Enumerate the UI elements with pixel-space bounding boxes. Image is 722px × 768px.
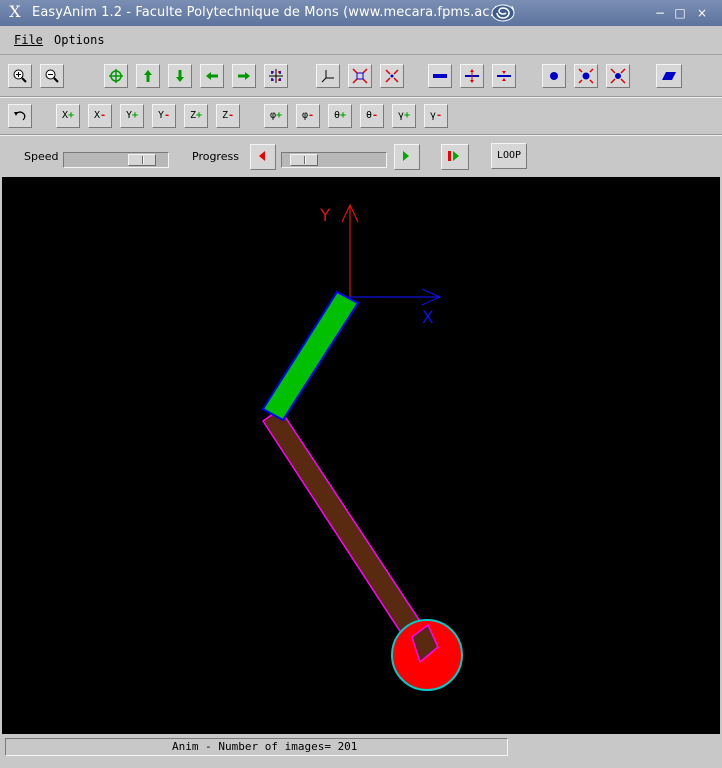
pan-left-button[interactable]: [200, 64, 224, 88]
status-field: Anim - Number of images= 201: [5, 738, 508, 756]
minus-sign: -: [100, 110, 107, 121]
menu-bar: File Options: [0, 26, 722, 55]
arrow-left-icon: [206, 72, 218, 80]
title-bar: X EasyAnim 1.2 - Faculte Polytechnique d…: [0, 0, 722, 26]
translate-y-minus-button[interactable]: Y-: [152, 104, 176, 128]
minus-sign: -: [372, 110, 379, 121]
reverse-button[interactable]: [250, 144, 276, 170]
playback-bar: Speed Progress LOOP: [0, 137, 722, 176]
plus-sign: +: [404, 110, 411, 121]
separator: [0, 96, 722, 98]
play-button[interactable]: [394, 144, 420, 170]
undo-button[interactable]: [8, 104, 32, 128]
expand-icon: [352, 68, 368, 84]
window-title: EasyAnim 1.2 - Faculte Polytechnique de …: [32, 5, 516, 20]
minus-sign: -: [164, 110, 171, 121]
translate-x-plus-button[interactable]: X+: [56, 104, 80, 128]
dot-icon: [550, 72, 558, 80]
bar-expand-button[interactable]: [460, 64, 484, 88]
rotate-phi-plus-button[interactable]: φ+: [264, 104, 288, 128]
axes-icon: [321, 70, 334, 83]
swirl-icon: [491, 4, 515, 22]
bar-thickness-button[interactable]: [428, 64, 452, 88]
reverse-icon: [259, 151, 265, 161]
speed-slider[interactable]: [63, 152, 169, 168]
pan-right-button[interactable]: [232, 64, 256, 88]
translate-y-plus-button[interactable]: Y+: [120, 104, 144, 128]
separator: [0, 134, 722, 136]
parallelogram-icon: [662, 72, 676, 80]
rotate-phi-minus-button[interactable]: φ-: [296, 104, 320, 128]
minus-sign: -: [436, 110, 443, 121]
arrow-right-icon: [238, 72, 250, 80]
axes-toggle-button[interactable]: [316, 64, 340, 88]
y-axis-label: Y: [319, 206, 331, 226]
point-shrink-button[interactable]: [606, 64, 630, 88]
arrow-up-icon: [144, 70, 152, 82]
dot-expand-icon: [578, 68, 594, 84]
translate-x-minus-button[interactable]: X-: [88, 104, 112, 128]
dot-shrink-icon: [610, 68, 626, 84]
progress-slider[interactable]: [281, 152, 387, 168]
rotate-gamma-minus-button[interactable]: γ-: [424, 104, 448, 128]
plus-sign: +: [196, 110, 203, 121]
zoom-in-icon: [13, 69, 27, 83]
zoom-out-icon: [45, 69, 59, 83]
rotate-theta-plus-button[interactable]: θ+: [328, 104, 352, 128]
plus-sign: +: [340, 110, 347, 121]
parallelogram-button[interactable]: [656, 64, 682, 88]
zoom-out-button[interactable]: [40, 64, 64, 88]
upper-link: [261, 290, 360, 422]
bar-icon: [433, 74, 447, 78]
progress-label: Progress: [192, 150, 239, 163]
shrink-icon: [385, 69, 399, 83]
plus-sign: +: [68, 110, 75, 121]
translate-z-plus-button[interactable]: Z+: [184, 104, 208, 128]
menu-options[interactable]: Options: [54, 33, 105, 47]
loop-button[interactable]: LOOP: [491, 143, 527, 169]
undo-icon: [14, 111, 26, 121]
progress-slider-thumb[interactable]: [290, 154, 318, 166]
point-size-button[interactable]: [542, 64, 566, 88]
arrow-down-icon: [176, 70, 184, 82]
minus-sign: -: [228, 110, 235, 121]
scene-svg: Y X: [261, 203, 463, 691]
translate-z-minus-button[interactable]: Z-: [216, 104, 240, 128]
maximize-button[interactable]: □: [672, 5, 688, 21]
status-bar: Anim - Number of images= 201: [0, 734, 722, 768]
reset-view-button[interactable]: [264, 64, 288, 88]
plus-sign: +: [132, 110, 139, 121]
x-axis-label: X: [422, 308, 434, 328]
minus-sign: -: [308, 110, 315, 121]
toolbar-rotate: X+ X- Y+ Y- Z+ Z- φ+ φ- θ+ θ- γ+ γ-: [0, 99, 722, 135]
menu-file[interactable]: File: [14, 33, 43, 47]
pan-center-button[interactable]: [104, 64, 128, 88]
close-button[interactable]: ×: [694, 5, 710, 21]
play-icon: [403, 151, 409, 161]
point-expand-button[interactable]: [574, 64, 598, 88]
expand-all-button[interactable]: [348, 64, 372, 88]
speed-label: Speed: [24, 150, 59, 163]
crosshair-grid-icon: [269, 69, 283, 83]
bar-expand-icon: [465, 69, 479, 83]
status-text: Anim - Number of images= 201: [172, 740, 358, 753]
minimize-button[interactable]: −: [652, 5, 668, 21]
rotate-theta-minus-button[interactable]: θ-: [360, 104, 384, 128]
bar-shrink-button[interactable]: [492, 64, 516, 88]
plus-sign: +: [276, 110, 283, 121]
pan-down-button[interactable]: [168, 64, 192, 88]
toolbar-view: [0, 55, 722, 97]
pan-up-button[interactable]: [136, 64, 160, 88]
play-pause-icon: [448, 151, 459, 161]
x-logo-icon: X: [9, 2, 21, 21]
play-pause-button[interactable]: [441, 144, 469, 170]
zoom-in-button[interactable]: [8, 64, 32, 88]
bar-shrink-icon: [497, 71, 511, 81]
speed-slider-thumb[interactable]: [128, 154, 156, 166]
rotate-gamma-plus-button[interactable]: γ+: [392, 104, 416, 128]
pan-center-icon: [109, 69, 123, 83]
shrink-all-button[interactable]: [380, 64, 404, 88]
animation-canvas[interactable]: Y X: [2, 177, 720, 734]
